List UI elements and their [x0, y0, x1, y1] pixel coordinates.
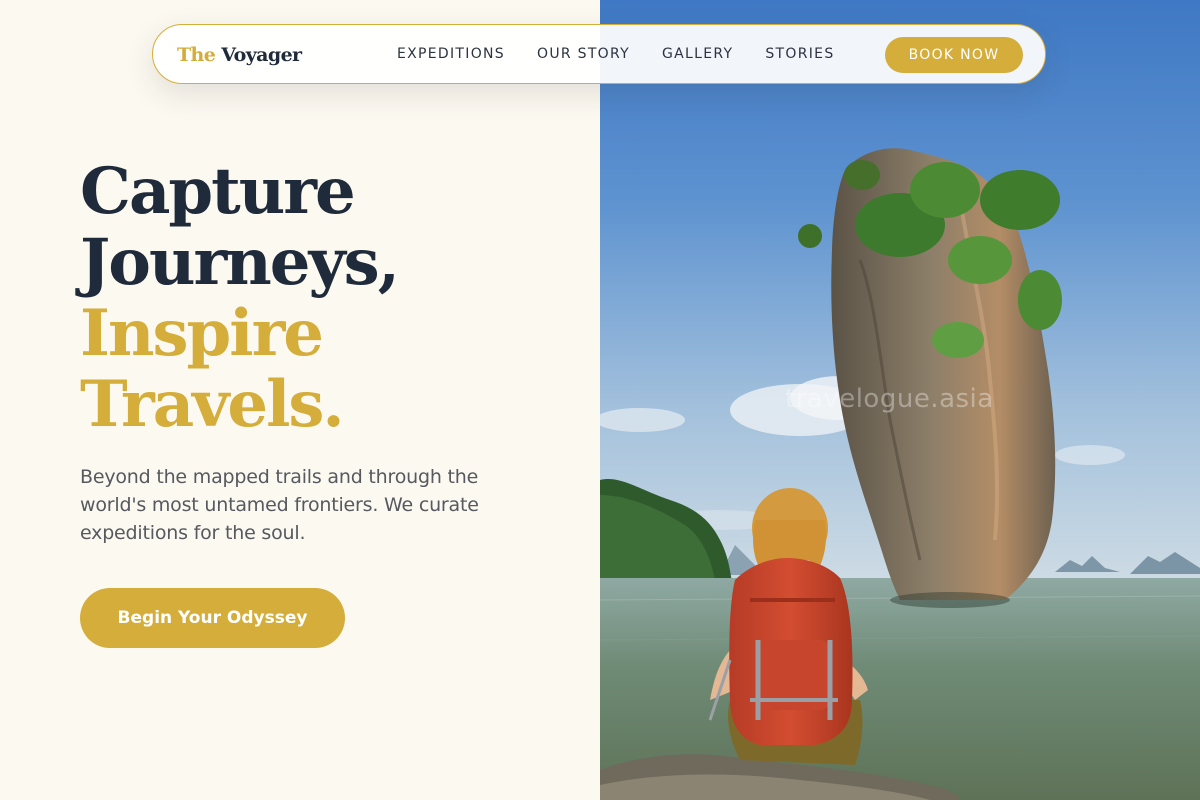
headline-line-1: Capture	[80, 154, 356, 229]
hero-description: Beyond the mapped trails and through the…	[80, 466, 479, 544]
nav-link-gallery[interactable]: GALLERY	[662, 46, 733, 62]
brand-logo[interactable]: The Voyager	[177, 42, 302, 68]
nav-link-expeditions[interactable]: EXPEDITIONS	[397, 46, 505, 62]
top-navbar: The Voyager EXPEDITIONS OUR STORY GALLER…	[152, 24, 1046, 84]
image-watermark: travelogue.asia	[785, 384, 994, 414]
nav-links: EXPEDITIONS OUR STORY GALLERY STORIES	[397, 25, 835, 83]
headline-line-4: Travels.	[80, 367, 345, 442]
brand-prefix: The	[177, 44, 216, 66]
brand-name: Voyager	[221, 44, 302, 66]
hero-headline: Capture Journeys, Inspire Travels.	[80, 154, 400, 442]
begin-odyssey-button[interactable]: Begin Your Odyssey	[80, 588, 345, 648]
nav-link-our-story[interactable]: OUR STORY	[537, 46, 630, 62]
landing-page: travelogue.asia The Voyager EXPEDITIONS …	[0, 0, 1200, 800]
book-now-button[interactable]: BOOK NOW	[885, 37, 1023, 73]
nav-link-stories[interactable]: STORIES	[765, 46, 834, 62]
headline-line-2: Journeys,	[80, 225, 400, 300]
headline-line-3: Inspire	[80, 296, 324, 371]
